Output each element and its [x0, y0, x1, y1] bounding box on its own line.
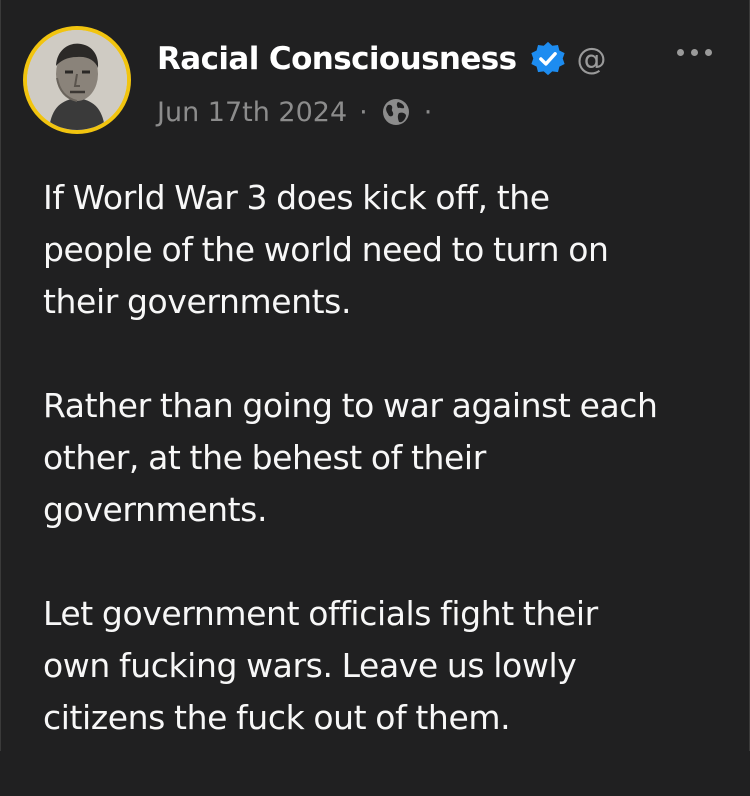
- author-avatar[interactable]: [23, 26, 131, 134]
- dot-icon: [677, 48, 684, 56]
- verified-badge-icon: [529, 40, 567, 78]
- meta-separator-trailing: ·: [423, 96, 433, 128]
- post-line: Rather than going to war against each: [43, 386, 658, 425]
- post-line: If World War 3 does kick off, the: [43, 178, 550, 217]
- post-line: other, at the behest of their: [43, 438, 486, 477]
- author-display-name[interactable]: Racial Consciousness: [157, 41, 517, 77]
- post-line: their governments.: [43, 282, 352, 321]
- dot-icon: [691, 48, 698, 56]
- post-body: If World War 3 does kick off, the people…: [43, 172, 733, 796]
- post-line: governments.: [43, 490, 268, 529]
- post-line: citizens the fuck out of them.: [43, 698, 511, 737]
- handle-at-symbol[interactable]: @: [577, 42, 607, 77]
- more-options-icon[interactable]: [677, 42, 717, 62]
- post-paragraph: If World War 3 does kick off, the people…: [43, 172, 733, 328]
- post-date[interactable]: Jun 17th 2024: [157, 97, 347, 128]
- author-name-row: Racial Consciousness @: [157, 40, 607, 78]
- meta-separator: ·: [359, 96, 368, 128]
- post-paragraph: Let government officials fight their own…: [43, 588, 733, 744]
- globe-icon: [380, 96, 412, 128]
- post-line: own fucking wars. Leave us lowly: [43, 646, 577, 685]
- post-meta: Jun 17th 2024 · ·: [157, 96, 444, 128]
- post-line: Let government officials fight their: [43, 594, 598, 633]
- post-line: people of the world need to turn on: [43, 230, 609, 269]
- post-paragraph: Rather than going to war against each ot…: [43, 380, 733, 536]
- portrait-icon: [27, 30, 127, 130]
- post-card: Racial Consciousness @ Jun 17th 2024 · ·: [0, 0, 750, 751]
- dot-icon: [705, 48, 712, 56]
